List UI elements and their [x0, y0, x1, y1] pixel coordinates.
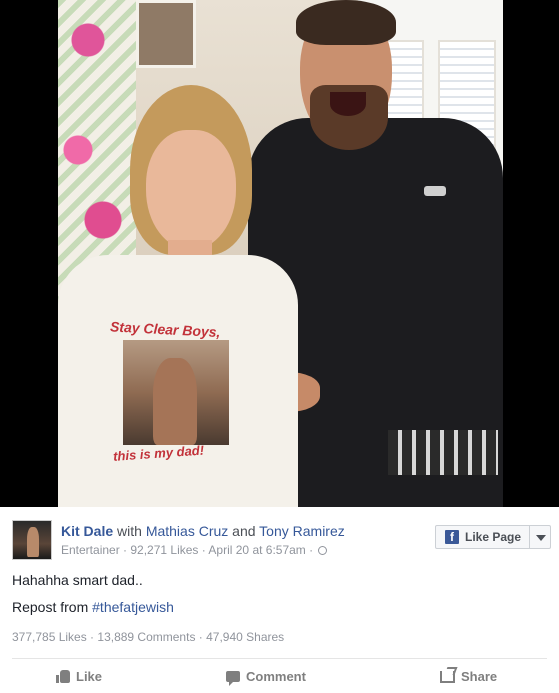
- with-text: with: [117, 523, 142, 539]
- share-label: Share: [461, 669, 498, 684]
- post-meta: Entertainer · 92,271 Likes · April 20 at…: [61, 543, 328, 557]
- shirt-logo: [424, 186, 446, 196]
- like-page-label: Like Page: [465, 530, 522, 544]
- post-meta-text: Entertainer · 92,271 Likes · April 20 at…: [61, 543, 314, 557]
- girl-face: [146, 130, 236, 250]
- facebook-f-icon: f: [445, 530, 459, 544]
- post-text-line: Repost from #thefatjewish: [12, 599, 174, 615]
- avatar-figure: [27, 527, 39, 557]
- author-line: Kit Dale with Mathias Cruz and Tony Rami…: [61, 523, 345, 539]
- tagged-person-link[interactable]: Mathias Cruz: [146, 523, 228, 539]
- post-photo[interactable]: Stay Clear Boys, this is my dad!: [0, 0, 559, 507]
- speech-bubble-icon: [226, 671, 240, 686]
- author-avatar[interactable]: [12, 520, 52, 560]
- hashtag-link[interactable]: #thefatjewish: [92, 599, 174, 615]
- post-text-line: Hahahha smart dad..: [12, 572, 143, 588]
- like-label: Like: [76, 669, 103, 684]
- share-arrow-icon: [440, 670, 455, 683]
- share-button[interactable]: Share: [440, 669, 497, 684]
- caret-down-icon[interactable]: [536, 535, 546, 541]
- thumbs-up-icon: [56, 670, 70, 683]
- comment-label: Comment: [246, 669, 306, 684]
- man-hair: [296, 0, 396, 45]
- photo-scene: Stay Clear Boys, this is my dad!: [58, 0, 503, 507]
- globe-icon: [318, 546, 328, 555]
- comment-button[interactable]: Comment: [226, 669, 306, 686]
- and-text: and: [232, 523, 256, 539]
- man-mouth: [330, 92, 366, 116]
- girl-figure: Stay Clear Boys, this is my dad!: [58, 70, 298, 507]
- tagged-person-link[interactable]: Tony Ramirez: [259, 523, 345, 539]
- repost-prefix: Repost from: [12, 599, 89, 615]
- like-page-button[interactable]: f Like Page: [435, 525, 551, 549]
- wall-picture-frame: [136, 0, 196, 68]
- shirt-printed-photo: [123, 340, 229, 445]
- divider: [12, 658, 547, 659]
- engagement-stats[interactable]: 377,785 Likes · 13,889 Comments · 47,940…: [12, 630, 284, 644]
- action-bar: Like Comment Share: [0, 665, 559, 693]
- like-button[interactable]: Like: [56, 669, 102, 684]
- button-divider: [529, 526, 530, 548]
- printed-dad-figure: [153, 358, 197, 445]
- author-name-link[interactable]: Kit Dale: [61, 523, 113, 539]
- man-shorts: [388, 430, 498, 475]
